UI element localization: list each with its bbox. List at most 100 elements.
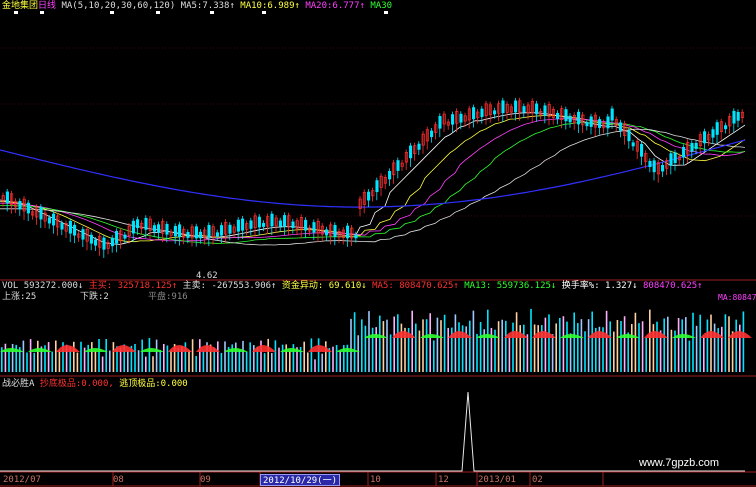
selected-date[interactable]: 2012/10/29(一) bbox=[260, 474, 340, 486]
volume-bar bbox=[242, 340, 244, 372]
chart-grid bbox=[0, 47, 756, 473]
candle-body bbox=[241, 218, 245, 231]
top-value: 0.000 bbox=[160, 379, 188, 389]
volume-bar bbox=[33, 352, 35, 372]
axis-frame bbox=[0, 11, 756, 487]
candle-body bbox=[26, 202, 30, 214]
volume-bar bbox=[656, 321, 658, 372]
candle-body bbox=[627, 130, 631, 142]
candle-body bbox=[278, 220, 282, 227]
volume-bar bbox=[109, 350, 111, 372]
volume-bar bbox=[577, 323, 579, 372]
volume-bar bbox=[364, 325, 367, 372]
candle-body bbox=[270, 213, 274, 227]
volume-bar bbox=[4, 343, 7, 372]
volume-bar bbox=[357, 335, 359, 372]
vol-ma5-value: 808470.625↑ bbox=[399, 281, 459, 291]
indicator-line bbox=[0, 391, 745, 472]
indicator-name[interactable]: 战必胜A bbox=[2, 379, 34, 389]
date-label-2012-07: 2012/07 bbox=[3, 475, 41, 485]
volume-bar bbox=[573, 312, 575, 372]
volume-bar bbox=[303, 341, 305, 372]
volume-bar bbox=[616, 320, 619, 372]
volume-bar bbox=[559, 317, 561, 372]
volume-bar bbox=[508, 335, 511, 372]
stock-chart-canvas[interactable] bbox=[0, 0, 756, 487]
volume-bar bbox=[523, 324, 525, 372]
volume-ma-up-area bbox=[728, 331, 752, 338]
volume-bar bbox=[325, 341, 327, 372]
volume-ma-down-area bbox=[476, 334, 500, 338]
candle-body bbox=[711, 129, 715, 138]
volume-bar bbox=[170, 350, 172, 372]
candle-body bbox=[438, 116, 442, 129]
volume-bars bbox=[1, 308, 745, 372]
volume-bar bbox=[605, 310, 608, 372]
volume-bar bbox=[202, 350, 205, 372]
volume-bar bbox=[55, 340, 57, 372]
volume-bar bbox=[29, 339, 32, 372]
volume-bar bbox=[667, 316, 669, 372]
candle-body bbox=[501, 100, 505, 114]
candle-body bbox=[283, 215, 287, 227]
volume-bar bbox=[447, 327, 449, 372]
volume-bar bbox=[163, 343, 165, 372]
candle-body bbox=[354, 234, 358, 239]
candle-body bbox=[694, 142, 698, 149]
volume-bar bbox=[706, 319, 709, 372]
candle-body bbox=[346, 225, 350, 239]
volume-bar bbox=[458, 322, 460, 372]
candle-body bbox=[430, 130, 434, 138]
volume-bar bbox=[623, 316, 626, 372]
indicator-panel-header: 战必胜A 抄底极品:0.000, 逃顶极品:0.000 bbox=[2, 379, 188, 390]
candle-body bbox=[89, 234, 93, 244]
candle-body bbox=[375, 180, 379, 193]
volume-bar bbox=[152, 356, 154, 372]
volume-bar bbox=[274, 340, 277, 372]
volume-bar bbox=[91, 342, 93, 372]
volume-bar bbox=[145, 356, 147, 372]
candle-body bbox=[715, 122, 719, 135]
candle-body bbox=[178, 224, 182, 238]
candle-body bbox=[215, 232, 219, 237]
main-buy-label: 主买: bbox=[88, 281, 113, 291]
volume-bar bbox=[580, 319, 583, 372]
turnover-value: 1.327↓ bbox=[605, 281, 638, 291]
candle-body bbox=[262, 222, 266, 227]
candle-body bbox=[610, 108, 614, 121]
volume-bar bbox=[548, 314, 550, 372]
volume-bar bbox=[497, 321, 500, 372]
volume-bar bbox=[195, 355, 197, 372]
volume-bar bbox=[631, 323, 633, 372]
volume-bar bbox=[199, 339, 201, 372]
volume-bar bbox=[530, 308, 532, 372]
volume-bar bbox=[472, 310, 475, 372]
volume-bar bbox=[253, 345, 255, 372]
volume-bar bbox=[505, 320, 507, 372]
stock-name[interactable]: 金地集团 bbox=[2, 1, 38, 11]
volume-bar bbox=[584, 331, 586, 372]
volume-bar bbox=[469, 320, 471, 372]
volume-bar bbox=[389, 334, 392, 372]
period-label[interactable]: 日线 bbox=[38, 1, 56, 11]
candle-body bbox=[123, 234, 127, 239]
volume-bar bbox=[526, 334, 529, 372]
candle-body bbox=[367, 191, 371, 201]
volume-bar bbox=[649, 309, 651, 372]
volume-bar bbox=[454, 314, 457, 372]
volume-bar bbox=[87, 344, 89, 372]
date-label-2013-01: 2013/01 bbox=[478, 475, 516, 485]
volume-bar bbox=[609, 321, 611, 372]
main-sell-value: -267553.906↑ bbox=[211, 281, 277, 291]
candle-body bbox=[396, 160, 400, 171]
fund-value: 69.610↓ bbox=[328, 281, 367, 291]
candle-body bbox=[220, 225, 224, 236]
volume-bar bbox=[217, 341, 219, 372]
candle-body bbox=[535, 103, 539, 115]
candle-body bbox=[451, 114, 455, 125]
candle-body bbox=[152, 225, 156, 232]
volume-bar bbox=[26, 352, 28, 372]
watermark: www.7gpzb.com bbox=[639, 457, 720, 469]
candle-body bbox=[648, 160, 652, 167]
main-buy-value: 325718.125↑ bbox=[117, 281, 178, 291]
